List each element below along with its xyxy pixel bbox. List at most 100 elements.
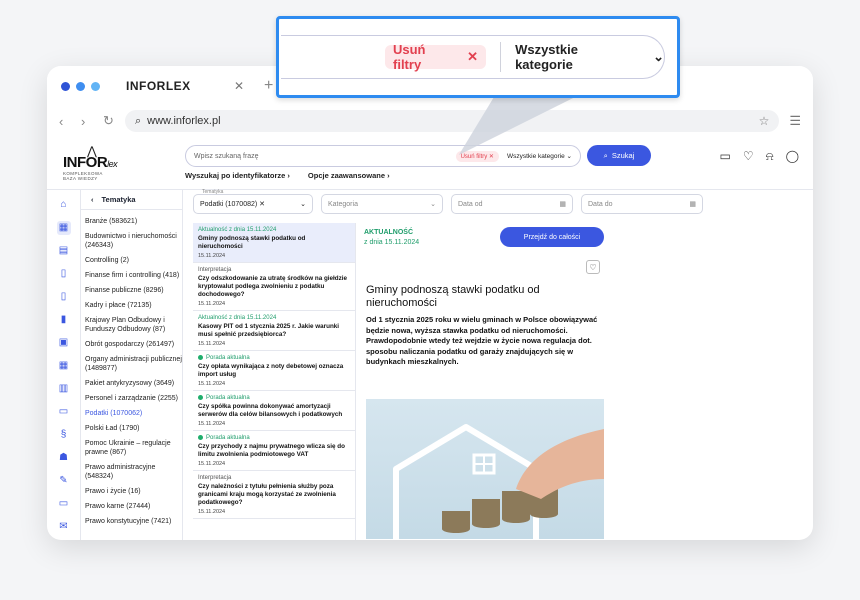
clear-filters-chip-zoomed[interactable]: Usuń filtry ✕ — [385, 42, 487, 72]
search-button[interactable]: ⌕ Szukaj — [587, 145, 651, 166]
chart-icon[interactable]: ▥ — [57, 382, 71, 396]
open-full-article-button[interactable]: Przejdź do całości — [500, 227, 604, 247]
topic-item[interactable]: Prawo administracyjne (548324) — [81, 460, 182, 484]
topic-item[interactable]: Organy administracji publicznej (1489877… — [81, 352, 182, 376]
topic-item[interactable]: Pomoc Ukrainie – regulacje prawne (867) — [81, 436, 182, 460]
calendar-icon[interactable]: ▦ — [559, 200, 566, 208]
clear-filters-zoomed-label: Usuń filtry — [393, 42, 426, 72]
filters-row: Tematyka Podatki (1070082) ✕ ⌄ Kategoria… — [193, 189, 703, 214]
logo-word-main: INFOR — [63, 154, 108, 171]
logo-subtitle: KOMPLEKSOWA BAZA WIEDZY — [63, 171, 103, 181]
topic-item[interactable]: Prawo konstytucyjne (7421) — [81, 514, 182, 529]
category-filter[interactable]: Kategoria ⌄ — [321, 194, 443, 214]
topics-list: Branże (583621) Budownictwo i nieruchomoś… — [81, 210, 182, 529]
category-filter-label: Kategoria — [328, 200, 358, 208]
article-preview: AKTUALNOŚĆ z dnia 15.11.2024 Przejdź do … — [355, 223, 611, 540]
bookmark-star-icon[interactable]: ☆ — [759, 114, 770, 128]
search-input[interactable]: Wpisz szukaną frazę — [194, 153, 456, 160]
zoomed-search-bar: Usuń filtry ✕ Wszystkie kategorie ⌄ — [281, 35, 665, 79]
search-icon: ⌕ — [603, 150, 608, 160]
topic-filter[interactable]: Tematyka Podatki (1070082) ✕ ⌄ — [193, 189, 313, 214]
search-button-label: Szukaj — [611, 151, 635, 160]
result-item[interactable]: Porada aktualna Czy przychody z najmu pry… — [193, 431, 355, 472]
briefcase-icon[interactable]: ▭ — [57, 497, 71, 511]
topic-item[interactable]: Branże (583621) — [81, 214, 182, 229]
window-dot-2[interactable] — [76, 81, 85, 91]
result-title: Gminy podnoszą stawki podatku od nieruch… — [198, 235, 306, 250]
topic-item[interactable]: Finanse publiczne (8296) — [81, 283, 182, 298]
advanced-options-link[interactable]: Opcje zaawansowane › — [308, 171, 390, 180]
date-from-field[interactable]: Data od ▦ — [451, 194, 573, 214]
article-title: Gminy podnoszą stawki podatku od nieruch… — [366, 284, 540, 309]
result-tag-label: Aktualność z dnia 15.11.2024 — [198, 227, 277, 233]
result-item[interactable]: Interpretacja Czy należności z tytułu peł… — [193, 471, 355, 520]
user-icon[interactable]: ◯ — [786, 149, 799, 164]
paragraph-icon[interactable]: § — [57, 428, 71, 442]
home-icon[interactable]: ⌂ — [57, 198, 71, 212]
calendar-icon[interactable]: ▦ — [689, 200, 696, 208]
status-dot-icon — [198, 395, 203, 401]
topic-item[interactable]: Prawo i życie (16) — [81, 484, 182, 499]
close-icon[interactable]: ✕ — [467, 49, 478, 65]
menu-icon[interactable]: ☰ — [789, 113, 801, 129]
result-item[interactable]: Porada aktualna Czy spółka powinna dokony… — [193, 391, 355, 432]
topic-item[interactable]: Controlling (2) — [81, 253, 182, 268]
forward-icon[interactable]: › — [81, 114, 93, 129]
topic-item[interactable]: Kadry i płace (72135) — [81, 298, 182, 313]
gift-icon[interactable]: ▣ — [57, 336, 71, 350]
back-icon[interactable]: ‹ — [59, 114, 71, 129]
topic-item[interactable]: Budownictwo i nieruchomości (246343) — [81, 229, 182, 253]
search-by-id-link[interactable]: Wyszukaj po identyfikatorze › — [185, 171, 290, 180]
date-to-field[interactable]: Data do ▦ — [581, 194, 703, 214]
search-by-id-label: Wyszukaj po identyfikatorze — [185, 171, 286, 180]
topic-item[interactable]: Podatki (1070062) — [81, 406, 182, 421]
document-icon[interactable]: ▤ — [57, 244, 71, 258]
file-icon[interactable]: ▯ — [57, 267, 71, 281]
topics-header[interactable]: ‹ Tematyka — [81, 190, 182, 210]
result-tag: Interpretacja — [198, 267, 351, 273]
heart-icon[interactable]: ♡ — [743, 149, 754, 164]
chevron-down-icon: ⌄ — [300, 201, 306, 208]
new-tab-icon[interactable]: + — [264, 77, 273, 95]
favorite-heart-icon[interactable]: ♡ — [586, 260, 600, 274]
icon-rail: ⌂ ▦ ▤ ▯ ▯ ▮ ▣ ▦ ▥ ▭ § ☗ ✎ ▭ ✉ ✆ ▭ — [47, 190, 81, 540]
result-date: 15.11.2024 — [198, 301, 226, 307]
mail-icon[interactable]: ✉ — [57, 520, 71, 534]
close-icon[interactable]: ✕ — [234, 79, 244, 93]
result-title: Czy opłata wynikająca z noty debetowej o… — [198, 363, 344, 379]
back-chevron-icon[interactable]: ‹ — [91, 195, 94, 204]
topic-item[interactable]: Personel i zarządzanie (2255) — [81, 391, 182, 406]
bell-icon[interactable]: ⍾ — [766, 149, 774, 164]
grid-icon[interactable]: ▦ — [56, 221, 71, 235]
edit-icon[interactable]: ✎ — [57, 474, 71, 488]
reload-icon[interactable]: ↻ — [103, 113, 115, 129]
category-select-zoomed[interactable]: Wszystkie kategorie ⌄ — [515, 42, 664, 72]
result-date: 15.11.2024 — [198, 341, 226, 347]
url-field[interactable]: ⌕ www.inforlex.pl ☆ — [125, 110, 780, 132]
date-to-placeholder: Data do — [588, 200, 613, 208]
result-item[interactable]: Porada aktualna Czy opłata wynikająca z n… — [193, 351, 355, 392]
window-dot-1[interactable] — [61, 81, 70, 91]
topic-item[interactable]: Obrót gospodarczy (261497) — [81, 337, 182, 352]
book-icon[interactable]: ▮ — [57, 313, 71, 327]
result-tag-label: Interpretacja — [198, 267, 232, 273]
calendar-icon[interactable]: ▦ — [57, 359, 71, 373]
chat-icon[interactable]: ▭ — [720, 149, 731, 164]
result-item[interactable]: Interpretacja Czy odszkodowanie za utratę… — [193, 263, 355, 311]
browser-tab[interactable]: INFORLEX ✕ — [116, 66, 254, 106]
window-dot-3[interactable] — [91, 81, 100, 91]
result-item[interactable]: Aktualność z dnia 15.11.2024 Kasowy PIT o… — [193, 311, 355, 351]
topic-item[interactable]: Finanse firm i controlling (418) — [81, 268, 182, 283]
result-tag: Interpretacja — [198, 475, 351, 481]
topic-item[interactable]: Krajowy Plan Odbudowy i Funduszy Odbudow… — [81, 313, 182, 337]
files-icon[interactable]: ▯ — [57, 290, 71, 304]
topic-item[interactable]: Polski Ład (1790) — [81, 421, 182, 436]
article-date: z dnia 15.11.2024 — [364, 239, 420, 246]
topic-item[interactable]: Prawo karne (27444) — [81, 499, 182, 514]
monitor-icon[interactable]: ▭ — [57, 405, 71, 419]
result-item[interactable]: Aktualność z dnia 15.11.2024 Gminy podnos… — [193, 223, 355, 263]
inforlex-logo[interactable]: ⋀ INFORlex KOMPLEKSOWA BAZA WIEDZY — [59, 142, 129, 182]
result-tag-label: Aktualność z dnia 15.11.2024 — [198, 315, 277, 321]
topic-item[interactable]: Pakiet antykryzysowy (3649) — [81, 376, 182, 391]
users-icon[interactable]: ☗ — [57, 451, 71, 465]
